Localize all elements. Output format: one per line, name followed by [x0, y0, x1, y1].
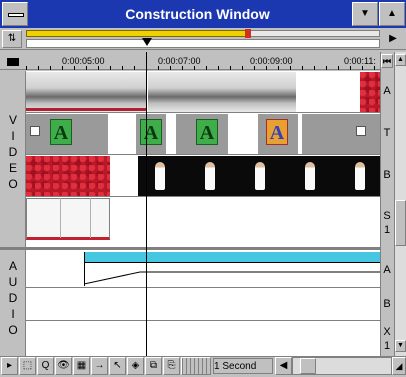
- time-unit-label[interactable]: 1 Second: [213, 358, 273, 374]
- timecode-label: 0:00:07:00: [158, 56, 201, 66]
- time-unit-slider[interactable]: [181, 357, 211, 375]
- track-name: B: [383, 169, 391, 181]
- track-select-tool-button[interactable]: →: [91, 357, 108, 375]
- transition-icon: A: [50, 119, 72, 145]
- track-name-sub: 1: [383, 224, 391, 236]
- video-label-letter: V: [8, 113, 17, 127]
- transition-clip[interactable]: [302, 114, 380, 154]
- track-name: A: [383, 264, 391, 276]
- system-menu-button[interactable]: [2, 2, 28, 26]
- bride-thumbnail: [205, 162, 215, 190]
- work-area-marker[interactable]: [245, 29, 251, 38]
- empty-track-space: [110, 156, 138, 196]
- audio-label-letter: D: [8, 291, 18, 305]
- preview-bar[interactable]: [26, 39, 380, 48]
- track-separator: [26, 112, 380, 113]
- audio-label-letter: I: [11, 307, 15, 321]
- zoom-tool-button[interactable]: Q: [37, 357, 54, 375]
- scroll-left-arrow-icon[interactable]: ◀: [275, 357, 292, 375]
- fade-tool-button[interactable]: ◈: [127, 357, 144, 375]
- bride-thumbnail: [305, 162, 315, 190]
- track-name: X: [383, 326, 391, 338]
- bride-thumbnail: [255, 162, 265, 190]
- track-name: A: [383, 85, 391, 97]
- work-area-track: [248, 30, 380, 37]
- timecode-label: 0:00:11:: [344, 56, 376, 66]
- track-selector-icon[interactable]: [356, 126, 366, 136]
- timecode-label: 0:00:05:00: [62, 56, 105, 66]
- out-point-tool-button[interactable]: ⎘: [163, 357, 180, 375]
- clip-divider: [60, 198, 61, 238]
- scroll-down-arrow-icon[interactable]: ▼: [395, 340, 406, 352]
- edit-line[interactable]: [146, 52, 147, 357]
- track-selector-icon[interactable]: [30, 126, 40, 136]
- video-audio-divider[interactable]: [0, 247, 406, 250]
- video-clip-flowers[interactable]: [360, 72, 380, 112]
- empty-track-space: [296, 72, 358, 112]
- hand-tool-button[interactable]: 👁: [55, 357, 72, 375]
- video-label-letter: O: [8, 177, 18, 191]
- skip-start-button[interactable]: ⏮: [381, 54, 393, 68]
- transition-icon: A: [196, 119, 218, 145]
- audio-label-letter: U: [8, 275, 18, 289]
- clip-selection-bar: [26, 108, 146, 111]
- track-name: S: [383, 210, 391, 222]
- edit-line-marker-icon[interactable]: [142, 38, 152, 46]
- razor-tool-button[interactable]: ↖: [109, 357, 126, 375]
- minimize-button[interactable]: ▼: [352, 2, 378, 26]
- transition-icon: A: [140, 119, 162, 145]
- window-title: Construction Window: [125, 6, 270, 22]
- scroll-up-arrow-icon[interactable]: ▲: [395, 54, 406, 66]
- video-label-letter: E: [8, 161, 17, 175]
- work-area-bar[interactable]: [26, 30, 248, 37]
- audio-clip[interactable]: [84, 252, 380, 262]
- video-label-letter: D: [8, 145, 18, 159]
- system-menu-icon: [8, 13, 24, 17]
- video-clip-car[interactable]: [148, 72, 296, 112]
- timecode-label: 0:00:09:00: [250, 56, 293, 66]
- scrollbar-thumb[interactable]: [395, 200, 406, 246]
- superimpose-clip[interactable]: [26, 198, 110, 240]
- bride-thumbnail: [155, 162, 165, 190]
- block-select-tool-button[interactable]: ▦: [73, 357, 90, 375]
- track-name: B: [383, 298, 391, 310]
- scroll-right-arrow-icon[interactable]: ▶: [382, 30, 404, 48]
- video-clip-car[interactable]: [26, 72, 146, 112]
- ruler-options-icon[interactable]: [7, 58, 19, 66]
- audio-label-letter: O: [8, 323, 18, 337]
- maximize-button[interactable]: ▲: [379, 2, 405, 26]
- track-separator: [26, 287, 380, 288]
- in-point-tool-button[interactable]: ⧉: [145, 357, 162, 375]
- track-separator: [26, 154, 380, 155]
- selection-tool-button[interactable]: ▸: [1, 357, 18, 375]
- video-label-letter: I: [11, 129, 15, 143]
- audio-volume-rubberband[interactable]: [84, 262, 380, 286]
- audio-label-letter: A: [8, 259, 17, 273]
- video-clip-flowers[interactable]: [26, 156, 110, 196]
- track-name-sub: 1: [383, 340, 391, 352]
- track-name: T: [383, 127, 391, 139]
- horizontal-scrollbar-thumb[interactable]: [300, 358, 316, 374]
- transition-icon-active: A: [266, 119, 288, 145]
- clip-divider: [90, 198, 91, 238]
- track-separator: [26, 320, 380, 321]
- range-select-tool-button[interactable]: ⬚: [19, 357, 36, 375]
- resize-grip-icon[interactable]: ◢: [392, 357, 406, 375]
- ruler-ticks: [26, 66, 380, 70]
- track-options-button[interactable]: ⇅: [2, 30, 22, 48]
- track-separator: [26, 196, 380, 197]
- track-name-column: [380, 52, 394, 357]
- bride-thumbnail: [355, 162, 365, 190]
